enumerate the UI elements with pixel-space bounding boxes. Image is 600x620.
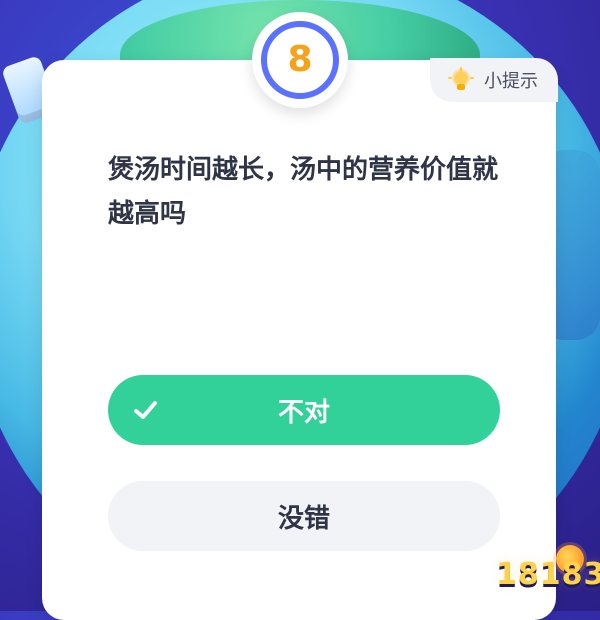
check-icon xyxy=(130,395,160,425)
answer-option-1-label: 不对 xyxy=(277,397,330,428)
lightbulb-icon xyxy=(448,67,474,93)
question-number: 8 xyxy=(287,39,313,80)
question-number-badge: 8 xyxy=(252,12,348,108)
site-watermark: 18183 xyxy=(488,545,600,605)
question-text: 煲汤时间越长，汤中的营养价值就越高吗 xyxy=(108,155,499,229)
answer-option-2-label: 没错 xyxy=(277,503,330,534)
answer-option-1[interactable]: 不对 xyxy=(108,375,500,445)
watermark-text: 18183 xyxy=(496,557,600,592)
hint-button[interactable]: 小提示 xyxy=(430,58,558,102)
answer-option-2[interactable]: 没错 xyxy=(108,481,500,551)
hint-label: 小提示 xyxy=(484,71,538,92)
question-number-ring: 8 xyxy=(261,21,339,99)
